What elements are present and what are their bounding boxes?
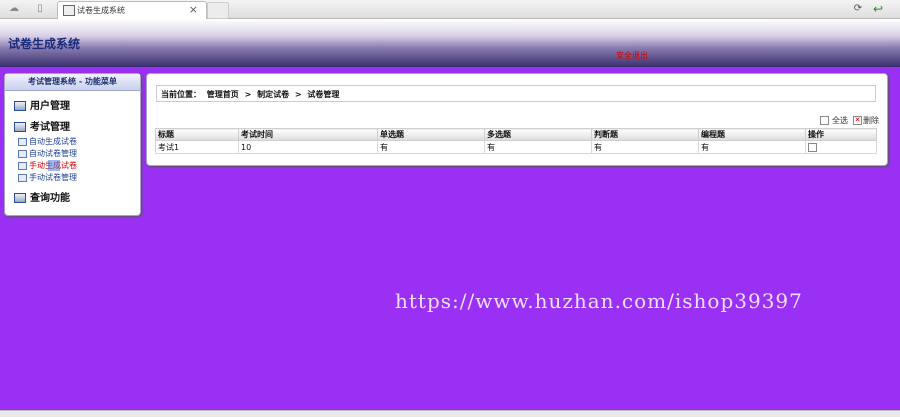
watermark-text: https://www.huzhan.com/ishop39397	[395, 289, 803, 313]
breadcrumb-item: 试卷管理	[307, 90, 340, 99]
favicon-icon	[63, 5, 75, 16]
breadcrumb-item[interactable]: 制定试卷	[257, 90, 289, 99]
browser-tab-strip: ☁ ▯ 试卷生成系统 × ⟳ ↩	[0, 0, 900, 19]
browser-tab[interactable]: 试卷生成系统 ×	[57, 1, 207, 19]
sidebar-item-user-management[interactable]: 用户管理	[14, 97, 70, 112]
page-icon[interactable]: ▯	[34, 3, 46, 15]
table-cell: 有	[484, 140, 592, 154]
exam-table: 标题 考试时间 单选题 多选题 判断题 编程题 操作 考试1 10 有 有 有 …	[155, 128, 877, 154]
sidebar-heading: 考试管理系统 - 功能菜单	[5, 74, 140, 91]
sidebar-item-label: 用户管理	[30, 101, 70, 112]
close-icon[interactable]: ×	[189, 3, 198, 16]
doc-icon	[18, 137, 27, 146]
sidebar-item-label: 查询功能	[30, 193, 70, 204]
table-cell: 有	[698, 140, 806, 154]
cursor-highlight	[48, 160, 60, 171]
column-header: 单选题	[377, 128, 485, 141]
folder-icon	[14, 101, 26, 111]
select-all-checkbox[interactable]	[820, 116, 829, 125]
table-cell: 10	[238, 140, 378, 154]
folder-icon	[14, 193, 26, 203]
column-header: 多选题	[484, 128, 592, 141]
delete-icon[interactable]: ✕	[853, 116, 862, 125]
app-header: 试卷生成系统 安全退出	[0, 19, 900, 67]
sidebar-subitem-manual-manage[interactable]: 手动试卷管理	[18, 172, 77, 183]
sidebar-subitem-label: 自动生成试卷	[29, 137, 77, 146]
table-cell: 有	[591, 140, 699, 154]
doc-icon	[18, 149, 27, 158]
sidebar-subitem-auto-generate[interactable]: 自动生成试卷	[18, 136, 77, 147]
sidebar-subitem-label: 自动试卷管理	[29, 149, 77, 158]
column-header: 编程题	[698, 128, 806, 141]
breadcrumb-prefix: 当前位置：	[161, 90, 201, 99]
delete-button[interactable]: 删除	[863, 116, 879, 125]
column-header: 标题	[155, 128, 239, 141]
sidebar-subitem-auto-manage[interactable]: 自动试卷管理	[18, 148, 77, 159]
breadcrumb-separator: >	[244, 90, 252, 99]
table-row: 考试1 10 有 有 有 有	[155, 140, 877, 154]
refresh-icon[interactable]: ⟳	[852, 3, 864, 15]
column-header: 判断题	[591, 128, 699, 141]
sidebar-item-label: 考试管理	[30, 122, 70, 133]
back-arrow-icon[interactable]: ↩	[872, 3, 884, 15]
breadcrumb: 当前位置： 管理首页 > 制定试卷 > 试卷管理	[156, 85, 876, 102]
site-title: 试卷生成系统	[8, 37, 81, 51]
sidebar-item-query[interactable]: 查询功能	[14, 189, 70, 204]
logout-link[interactable]: 安全退出	[616, 50, 648, 61]
table-header-row: 标题 考试时间 单选题 多选题 判断题 编程题 操作	[155, 128, 877, 141]
main-panel: 当前位置： 管理首页 > 制定试卷 > 试卷管理 全选 ✕ 删除 标题 考试时间 单…	[146, 73, 888, 166]
row-checkbox[interactable]	[808, 142, 817, 152]
table-actions: 全选 ✕ 删除	[820, 115, 879, 126]
table-cell: 考试1	[155, 140, 239, 154]
cloud-icon[interactable]: ☁	[8, 3, 20, 15]
doc-icon	[18, 173, 27, 182]
new-tab-button[interactable]	[207, 2, 229, 19]
tab-title: 试卷生成系统	[77, 6, 125, 15]
doc-icon	[18, 161, 27, 170]
table-cell	[805, 140, 877, 154]
breadcrumb-separator: >	[294, 90, 302, 99]
column-header: 操作	[805, 128, 877, 141]
sidebar-item-exam-management[interactable]: 考试管理	[14, 118, 70, 133]
table-cell: 有	[377, 140, 485, 154]
select-all-label[interactable]: 全选	[832, 116, 848, 125]
sidebar-subitem-label: 手动试卷管理	[29, 173, 77, 182]
column-header: 考试时间	[238, 128, 378, 141]
folder-icon	[14, 122, 26, 132]
breadcrumb-item[interactable]: 管理首页	[207, 90, 239, 99]
